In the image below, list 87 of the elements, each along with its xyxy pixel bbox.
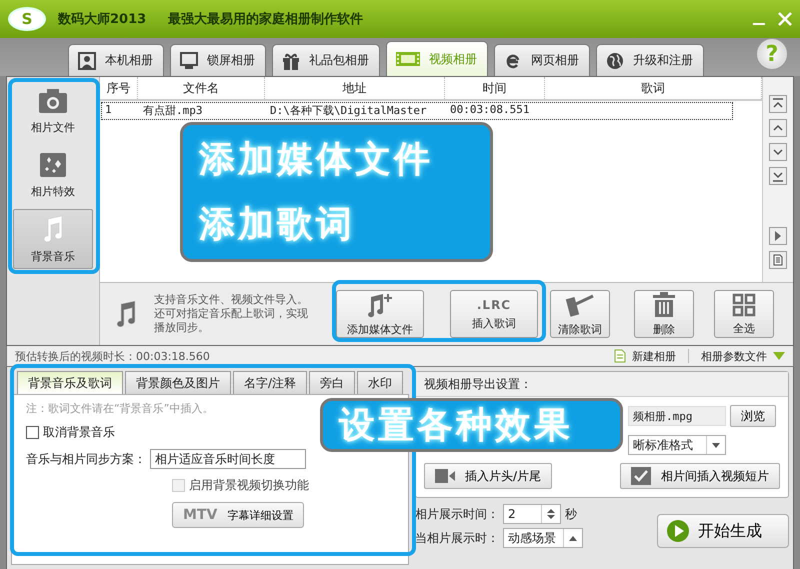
table-cell-text: 00:03:08.551 xyxy=(449,103,530,118)
format-dropdown[interactable]: 晰标准格式 xyxy=(628,435,726,455)
close-icon[interactable] xyxy=(778,12,792,26)
monitor-icon xyxy=(179,50,199,70)
music-note-icon xyxy=(114,300,138,328)
checkbox[interactable] xyxy=(26,426,39,439)
callout-text: 设置各种效果 xyxy=(339,404,573,448)
move-top-icon xyxy=(772,98,784,110)
callout-text: 添加歌词 xyxy=(199,203,355,247)
album-tab[interactable]: 锁屏相册 xyxy=(170,44,266,76)
film-strip-icon xyxy=(395,49,421,69)
export-title: 视频相册导出设置： xyxy=(424,376,532,392)
window-title: 数码大师2013 xyxy=(58,11,146,28)
document-icon xyxy=(614,349,626,363)
display-time-label: 相片展示时间： xyxy=(415,506,499,522)
dropdown-arrow-icon[interactable] xyxy=(712,442,720,448)
video-camera-icon xyxy=(435,468,455,484)
move-down-button[interactable] xyxy=(769,143,787,161)
column-header[interactable]: 序号 xyxy=(100,77,138,99)
camera-icon xyxy=(38,88,68,114)
gift-icon xyxy=(281,50,301,70)
play-button[interactable] xyxy=(769,227,787,245)
subtitle-settings-button[interactable]: MTV 字幕详细设置 xyxy=(172,502,304,528)
music-note-icon xyxy=(41,214,65,242)
sidebar-item[interactable]: 相片特效 xyxy=(13,145,93,205)
toolbar-button[interactable]: 删除 xyxy=(634,290,694,338)
portrait-icon xyxy=(77,50,97,70)
note-text: 注：歌词文件请在“背景音乐”中插入。 xyxy=(26,401,214,416)
album-tab[interactable]: 网页相册 xyxy=(494,44,590,76)
document-icon xyxy=(773,254,783,266)
document-button[interactable] xyxy=(769,251,787,269)
column-header[interactable]: 地址 xyxy=(265,77,445,99)
duration-estimate: 预估转换后的视频时长：00:03:18.560 xyxy=(15,348,210,364)
move-bottom-icon xyxy=(772,170,784,182)
move-top-button[interactable] xyxy=(769,95,787,113)
checkbox-label: 启用背景视频切换功能 xyxy=(189,477,309,494)
play-icon xyxy=(774,231,782,241)
transition-dropdown[interactable]: 动感场景 xyxy=(503,528,583,548)
settings-tab[interactable]: 背景颜色及图片 xyxy=(125,371,231,394)
display-time-spinner[interactable]: 2 xyxy=(503,504,561,524)
album-tab[interactable]: 升级和注册 xyxy=(596,44,704,76)
play-icon xyxy=(666,519,690,543)
toolbar-button[interactable]: 全选 xyxy=(714,290,774,338)
insert-intro-button[interactable]: 插入片头/片尾 xyxy=(424,463,552,489)
lrc-icon: .LRC xyxy=(476,298,512,312)
table-cell-text: D:\各种下载\DigitalMaster xyxy=(269,103,428,119)
browse-button[interactable]: 浏览 xyxy=(730,405,776,427)
checkmark-icon xyxy=(631,467,651,485)
sync-label: 音乐与相片同步方案： xyxy=(26,450,146,468)
checkbox-label: 取消背景音乐 xyxy=(43,424,115,441)
insert-clip-button[interactable]: 相片间插入视频短片 xyxy=(620,463,780,489)
seconds-unit: 秒 xyxy=(565,506,577,522)
column-header[interactable]: 时间 xyxy=(445,77,545,99)
column-header[interactable]: 文件名 xyxy=(138,77,265,99)
album-tab[interactable]: 本机相册 xyxy=(68,44,164,76)
hint-text: 支持音乐文件、视频文件导入。还可对指定音乐配上歌词，实现播放同步。 xyxy=(154,293,309,335)
trash-can-icon xyxy=(652,292,676,318)
sparkle-icon xyxy=(39,152,67,178)
callout-text: 添加媒体文件 xyxy=(199,138,433,182)
table-cell-text: 有点甜.mp3 xyxy=(142,103,204,119)
move-up-button[interactable] xyxy=(769,119,787,137)
table-cell-text: 1 xyxy=(104,103,113,118)
sync-dropdown[interactable]: 相片适应音乐时间长度 xyxy=(150,449,306,469)
settings-tab[interactable]: 名字/注释 xyxy=(233,371,308,394)
move-bottom-button[interactable] xyxy=(769,167,787,185)
transition-label: 当相片展示时： xyxy=(415,530,499,546)
start-button[interactable]: 开始生成 xyxy=(657,514,789,548)
sidebar-item[interactable]: 相片文件 xyxy=(13,81,93,141)
toolbar-button[interactable]: 添加媒体文件 xyxy=(336,290,424,338)
table-row[interactable]: 1 有点甜.mp3 D:\各种下载\DigitalMaster 00:03:08.551 xyxy=(102,103,732,119)
app-logo: S xyxy=(8,7,46,31)
new-album-link[interactable]: 新建相册 xyxy=(632,348,676,364)
paint-roller-icon xyxy=(565,292,595,318)
settings-tab[interactable]: 旁白 xyxy=(309,371,356,394)
sidebar-item[interactable]: 背景音乐 xyxy=(13,209,93,269)
toolbar-button[interactable]: 清除歌词 xyxy=(550,290,610,338)
grid-icon xyxy=(732,292,756,316)
slogan: 最强大最易用的家庭相册制作软件 xyxy=(168,10,364,28)
spinner-arrows-icon[interactable] xyxy=(547,508,555,520)
music-note-plus-icon xyxy=(366,292,394,318)
settings-tab[interactable]: 水印 xyxy=(357,371,404,394)
album-tab[interactable]: 礼品包相册 xyxy=(272,44,380,76)
params-menu[interactable]: 相册参数文件 xyxy=(701,348,767,364)
output-file-field[interactable]: 频相册.mpg xyxy=(628,406,726,426)
dropdown-arrow-icon[interactable] xyxy=(569,536,577,540)
toolbar-button[interactable]: .LRC 插入歌词 xyxy=(450,290,538,338)
settings-tab[interactable]: 背景音乐及歌词 xyxy=(17,371,123,394)
